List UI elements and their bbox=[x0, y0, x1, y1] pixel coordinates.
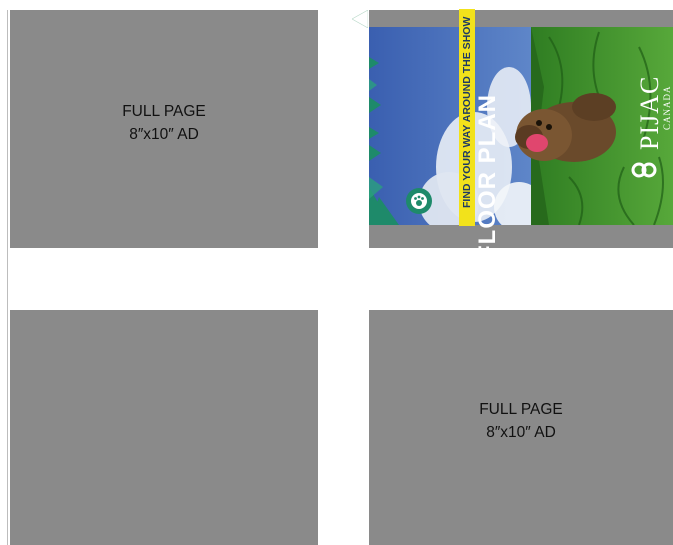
cover-tagline: FIND YOUR WAY AROUND THE SHOW bbox=[459, 8, 475, 226]
pijac-logo-icon bbox=[631, 162, 657, 178]
brand-subtitle: CANADA bbox=[662, 85, 672, 130]
map-pin-paw-icon bbox=[406, 188, 432, 214]
ad-label-line2: 8″x10″ AD bbox=[486, 424, 556, 441]
ad-label-line2: 8″x10″ AD bbox=[129, 126, 199, 143]
ad-label-line1: FULL PAGE bbox=[479, 401, 563, 418]
ad-panel-bottom-left bbox=[10, 310, 318, 545]
ad-label-line1: FULL PAGE bbox=[122, 103, 206, 120]
ad-panel-top-left: FULL PAGE 8″x10″ AD bbox=[10, 10, 318, 248]
brand-name: PIJAC bbox=[635, 75, 664, 150]
ad-label: FULL PAGE 8″x10″ AD bbox=[10, 100, 318, 146]
fold-corner-icon bbox=[352, 10, 368, 28]
ad-label: FULL PAGE 8″x10″ AD bbox=[369, 398, 673, 444]
cover-title: FLOOR PLAN bbox=[474, 94, 501, 260]
page-edge-line bbox=[7, 10, 8, 545]
ad-panel-bottom-right: FULL PAGE 8″x10″ AD bbox=[369, 310, 673, 545]
